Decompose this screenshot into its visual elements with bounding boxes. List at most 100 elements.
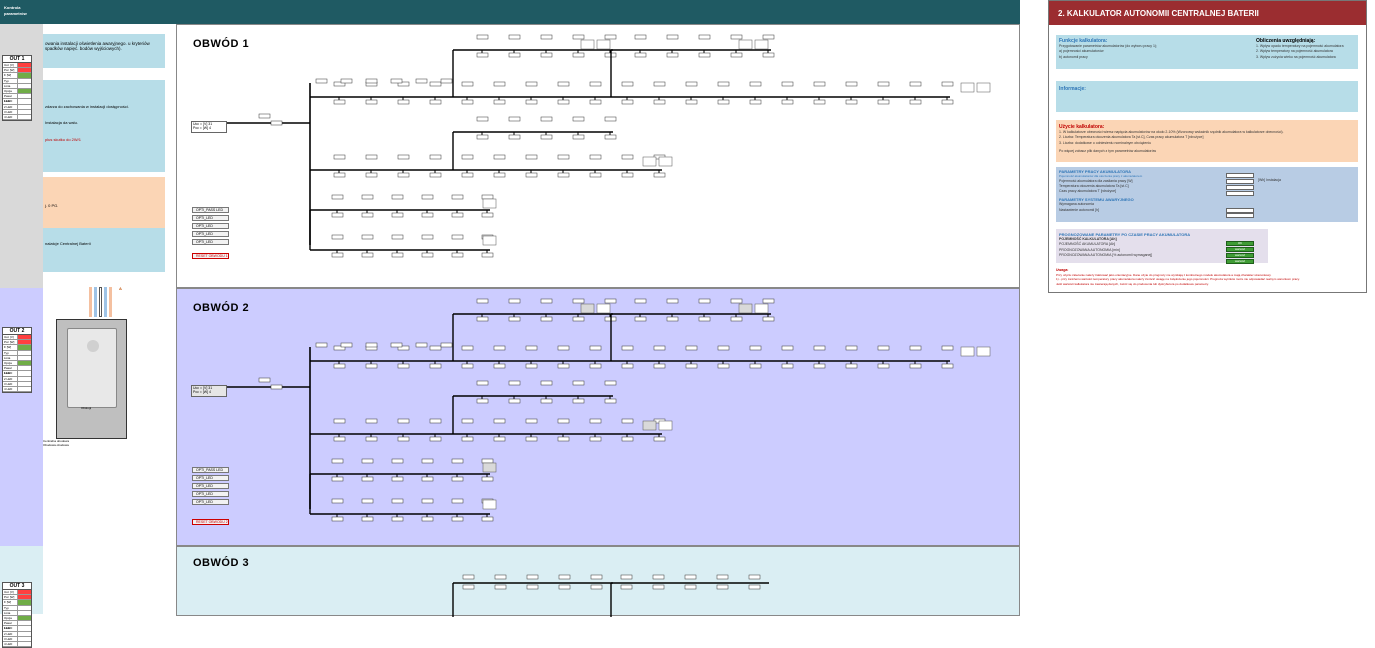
luminaire-box[interactable] bbox=[461, 345, 474, 351]
luminaire-box[interactable] bbox=[493, 81, 506, 87]
luminaire-box[interactable] bbox=[493, 436, 506, 442]
luminaire-box[interactable] bbox=[525, 172, 538, 178]
luminaire-box[interactable] bbox=[421, 516, 434, 522]
luminaire-box[interactable] bbox=[621, 81, 634, 87]
luminaire-box[interactable] bbox=[572, 116, 585, 122]
luminaire-box[interactable] bbox=[481, 252, 494, 258]
luminaire-box[interactable] bbox=[762, 52, 775, 58]
luminaire-box[interactable] bbox=[429, 172, 442, 178]
luminaire-box[interactable] bbox=[391, 212, 404, 218]
opti-led-button-1[interactable]: OPTI_LED bbox=[192, 215, 229, 221]
luminaire-box[interactable] bbox=[572, 298, 585, 304]
luminaire-box[interactable] bbox=[361, 498, 374, 504]
luminaire-box[interactable] bbox=[451, 458, 464, 464]
luminaire-box[interactable] bbox=[540, 298, 553, 304]
luminaire-box[interactable] bbox=[685, 99, 698, 105]
luminaire-box[interactable] bbox=[698, 34, 711, 40]
luminaire-box[interactable] bbox=[391, 476, 404, 482]
luminaire-box[interactable] bbox=[589, 99, 602, 105]
luminaire-box[interactable] bbox=[508, 380, 521, 386]
luminaire-box[interactable] bbox=[749, 99, 762, 105]
luminaire-box[interactable] bbox=[429, 81, 442, 87]
luminaire-box[interactable] bbox=[331, 458, 344, 464]
luminaire-box[interactable] bbox=[620, 584, 633, 590]
luminaire-box[interactable] bbox=[557, 436, 570, 442]
luminaire-box[interactable] bbox=[540, 380, 553, 386]
luminaire-box[interactable] bbox=[666, 298, 679, 304]
luminaire-box[interactable] bbox=[429, 363, 442, 369]
luminaire-box[interactable] bbox=[461, 418, 474, 424]
luminaire-box[interactable] bbox=[397, 363, 410, 369]
luminaire-box[interactable] bbox=[621, 172, 634, 178]
luminaire-box[interactable] bbox=[340, 78, 353, 84]
reset-circuit-button[interactable]: RESET OBWODU 2 bbox=[192, 519, 229, 525]
luminaire-box[interactable] bbox=[558, 584, 571, 590]
luminaire-box[interactable] bbox=[361, 516, 374, 522]
luminaire-box[interactable] bbox=[429, 154, 442, 160]
luminaire-box[interactable] bbox=[845, 81, 858, 87]
luminaire-box[interactable] bbox=[525, 81, 538, 87]
luminaire-box[interactable] bbox=[451, 516, 464, 522]
luminaire-box[interactable] bbox=[557, 363, 570, 369]
temperature-input[interactable] bbox=[1226, 185, 1254, 190]
luminaire-box[interactable] bbox=[258, 377, 271, 383]
luminaire-box[interactable] bbox=[508, 52, 521, 58]
luminaire-box[interactable] bbox=[331, 212, 344, 218]
luminaire-box[interactable] bbox=[604, 398, 617, 404]
luminaire-box[interactable] bbox=[390, 78, 403, 84]
luminaire-box[interactable] bbox=[781, 81, 794, 87]
luminaire-box[interactable] bbox=[909, 81, 922, 87]
luminaire-box[interactable] bbox=[331, 234, 344, 240]
luminaire-box[interactable] bbox=[508, 34, 521, 40]
luminaire-box[interactable] bbox=[557, 81, 570, 87]
luminaire-box[interactable] bbox=[717, 363, 730, 369]
luminaire-box[interactable] bbox=[429, 345, 442, 351]
luminaire-box[interactable] bbox=[540, 398, 553, 404]
luminaire-box[interactable] bbox=[421, 234, 434, 240]
luminaire-box[interactable] bbox=[493, 154, 506, 160]
luminaire-box[interactable] bbox=[390, 342, 403, 348]
luminaire-box[interactable] bbox=[365, 418, 378, 424]
luminaire-box[interactable] bbox=[621, 99, 634, 105]
luminaire-box[interactable] bbox=[717, 345, 730, 351]
luminaire-box[interactable] bbox=[941, 81, 954, 87]
luminaire-box[interactable] bbox=[494, 584, 507, 590]
luminaire-box[interactable] bbox=[270, 384, 283, 390]
luminaire-box[interactable] bbox=[666, 52, 679, 58]
luminaire-box[interactable] bbox=[476, 116, 489, 122]
luminaire-box[interactable] bbox=[397, 172, 410, 178]
luminaire-box[interactable] bbox=[333, 99, 346, 105]
luminaire-box[interactable] bbox=[315, 342, 328, 348]
luminaire-box[interactable] bbox=[653, 99, 666, 105]
luminaire-box[interactable] bbox=[634, 298, 647, 304]
opti-pass-led-button[interactable]: OPTI_PASS LED bbox=[192, 207, 229, 213]
luminaire-box[interactable] bbox=[589, 418, 602, 424]
luminaire-box[interactable] bbox=[653, 436, 666, 442]
luminaire-box[interactable] bbox=[481, 212, 494, 218]
luminaire-box[interactable] bbox=[451, 476, 464, 482]
luminaire-box[interactable] bbox=[698, 316, 711, 322]
luminaire-box[interactable] bbox=[558, 574, 571, 580]
luminaire-box[interactable] bbox=[397, 418, 410, 424]
luminaire-box[interactable] bbox=[525, 154, 538, 160]
luminaire-box[interactable] bbox=[604, 34, 617, 40]
luminaire-box[interactable] bbox=[361, 234, 374, 240]
luminaire-box[interactable] bbox=[525, 99, 538, 105]
luminaire-box[interactable] bbox=[365, 363, 378, 369]
luminaire-box[interactable] bbox=[604, 380, 617, 386]
opti-led-button-3[interactable]: OPTI_LED bbox=[192, 231, 229, 237]
luminaire-box[interactable] bbox=[540, 52, 553, 58]
luminaire-box[interactable] bbox=[526, 584, 539, 590]
luminaire-box[interactable] bbox=[258, 113, 271, 119]
luminaire-box[interactable] bbox=[557, 99, 570, 105]
luminaire-box[interactable] bbox=[365, 99, 378, 105]
luminaire-box[interactable] bbox=[461, 363, 474, 369]
luminaire-box[interactable] bbox=[331, 476, 344, 482]
luminaire-box[interactable] bbox=[361, 194, 374, 200]
luminaire-box[interactable] bbox=[620, 574, 633, 580]
luminaire-box[interactable] bbox=[941, 99, 954, 105]
luminaire-box[interactable] bbox=[716, 584, 729, 590]
luminaire-box[interactable] bbox=[604, 298, 617, 304]
luminaire-box[interactable] bbox=[476, 298, 489, 304]
luminaire-box[interactable] bbox=[634, 52, 647, 58]
